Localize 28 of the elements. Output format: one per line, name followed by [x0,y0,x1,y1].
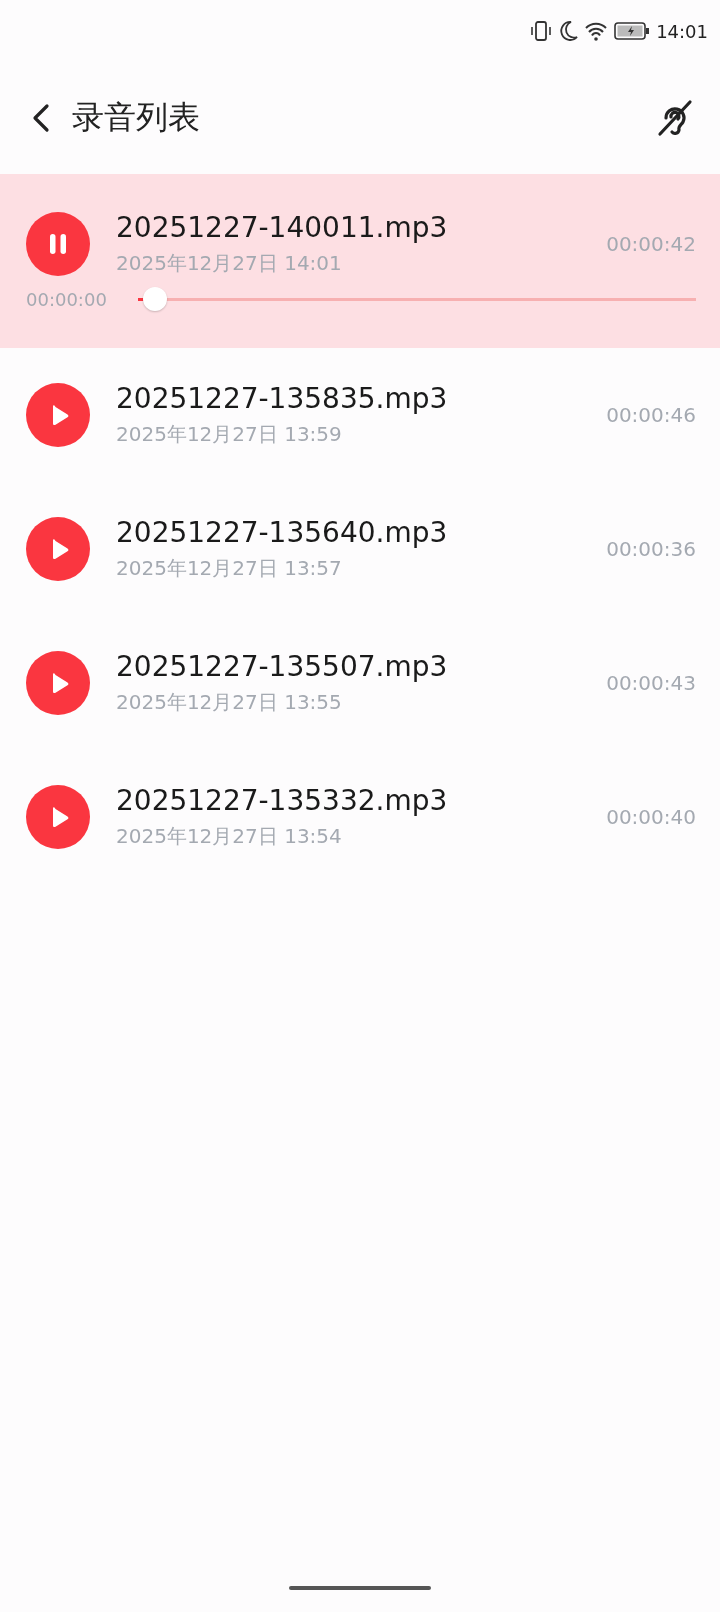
recording-row[interactable]: 20251227-135835.mp3 2025年12月27日 13:59 00:00:46 [0,348,720,482]
slider-thumb[interactable] [143,287,168,311]
status-time: 14:01 [656,20,708,42]
file-name: 20251227-135332.mp3 [116,784,449,817]
recording-row[interactable]: 20251227-135640.mp3 2025年12月27日 13:57 00:00:36 [0,482,720,616]
file-name: 20251227-135835.mp3 [116,382,449,415]
battery-icon [614,21,651,41]
moon-icon [558,20,579,42]
vibrate-icon [530,20,553,42]
wifi-icon [584,21,609,41]
duration: 00:00:43 [606,671,696,695]
recording-date: 2025年12月27日 13:57 [116,555,343,582]
recording-row[interactable]: 20251227-135332.mp3 2025年12月27日 13:54 00:00:40 [0,750,720,884]
duration: 00:00:40 [606,805,696,829]
recording-date: 2025年12月27日 13:54 [116,823,343,850]
duration: 00:00:42 [606,232,696,256]
duration: 00:00:36 [606,537,696,561]
file-name: 20251227-140011.mp3 [116,211,449,244]
file-name: 20251227-135507.mp3 [116,650,449,683]
recording-row[interactable]: 20251227-140011.mp3 2025年12月27日 14:01 00:00:42 00:00:00 [0,174,720,348]
file-name: 20251227-135640.mp3 [116,516,449,549]
playback-position: 00:00:00 [26,288,108,310]
recording-date: 2025年12月27日 13:59 [116,421,343,448]
duration: 00:00:46 [606,403,696,427]
recording-date: 2025年12月27日 14:01 [116,250,343,277]
page-title: 录音列表 [72,97,201,138]
recording-row[interactable]: 20251227-135507.mp3 2025年12月27日 13:55 00:00:43 [0,616,720,750]
recording-date: 2025年12月27日 13:55 [116,689,343,716]
